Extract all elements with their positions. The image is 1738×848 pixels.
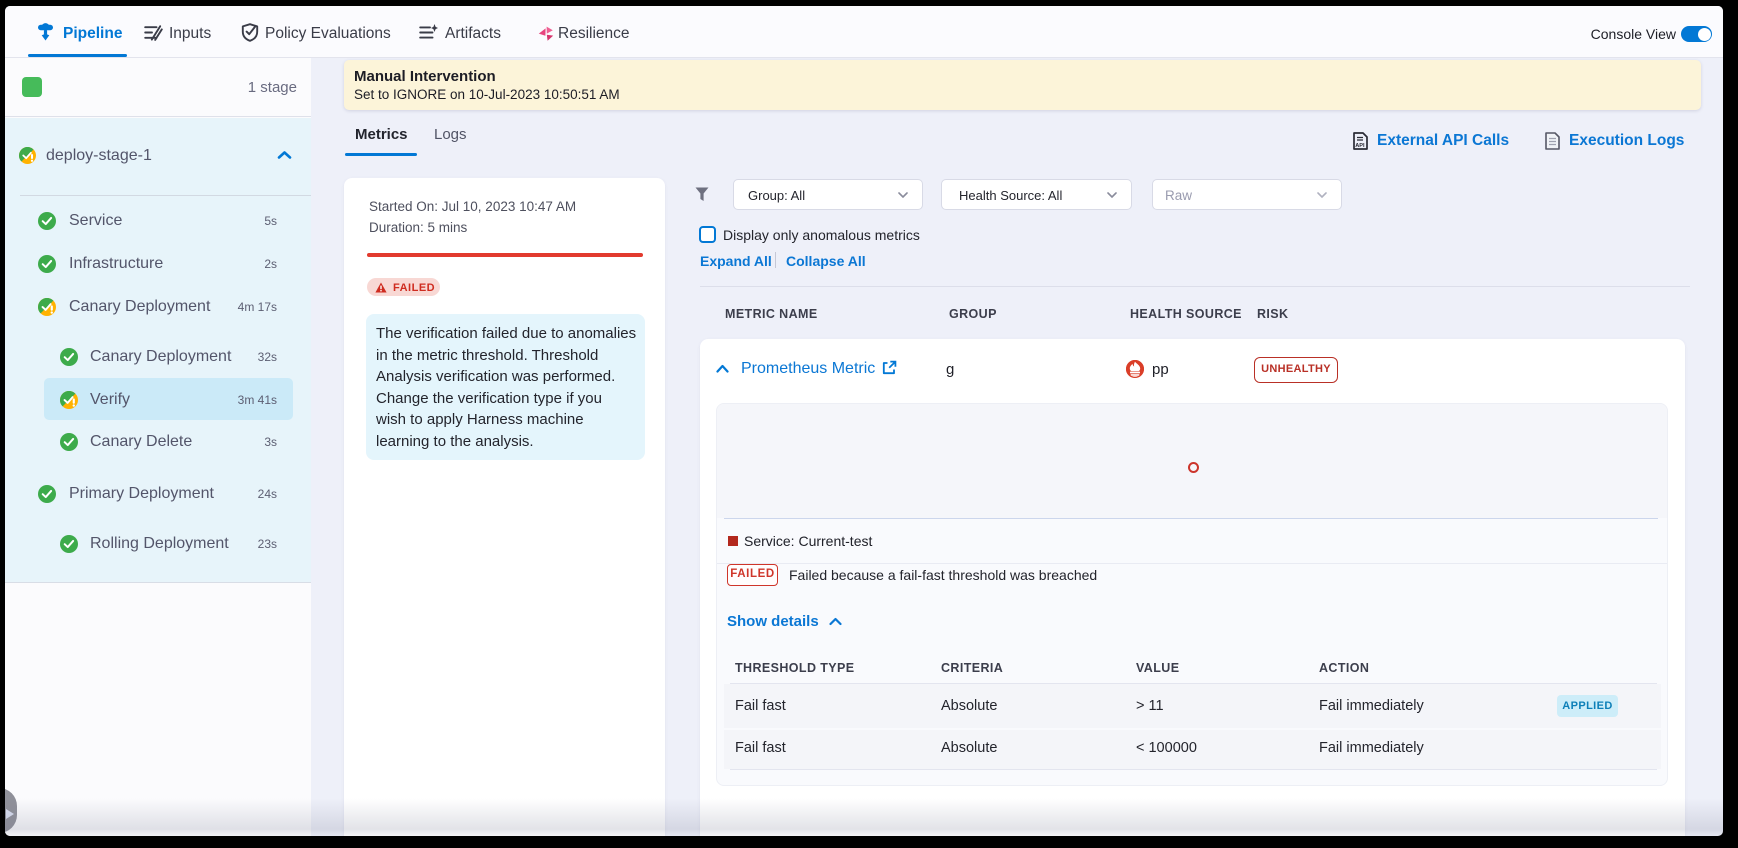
svg-text:API: API [1355,143,1365,149]
